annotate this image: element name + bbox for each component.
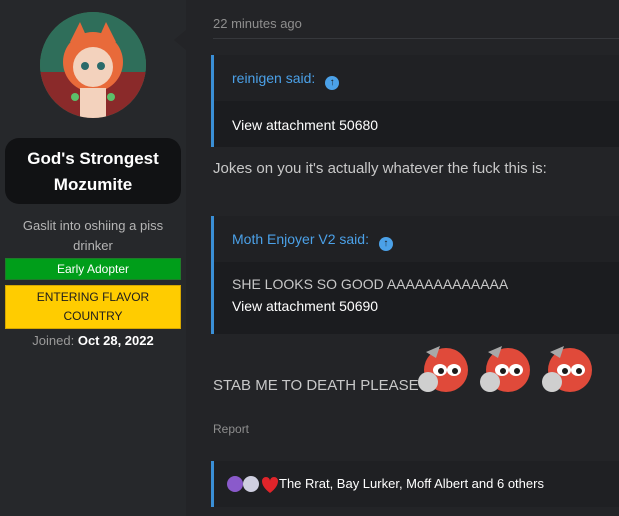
reaction-names[interactable]: The Rrat, Bay Lurker, Moff Albert and 6 … bbox=[279, 476, 544, 491]
username[interactable]: God's Strongest Mozumite bbox=[5, 138, 181, 204]
reactions-bar[interactable]: The Rrat, Bay Lurker, Moff Albert and 6 … bbox=[211, 461, 619, 507]
post-timestamp[interactable]: 22 minutes ago bbox=[213, 16, 302, 31]
quote-author-1[interactable]: reinigen said: bbox=[232, 70, 315, 86]
post-text-1: Jokes on you it's actually whatever the … bbox=[213, 160, 547, 177]
emoji-avatar-icon bbox=[540, 342, 594, 396]
quote-author-2[interactable]: Moth Enjoyer V2 said: bbox=[232, 231, 369, 247]
quote-block-2: Moth Enjoyer V2 said: ↑ SHE LOOKS SO GOO… bbox=[211, 216, 619, 334]
avatar[interactable] bbox=[40, 12, 146, 118]
post-divider bbox=[213, 38, 619, 39]
message-arrow bbox=[174, 30, 186, 50]
joined-label: Joined: bbox=[32, 333, 75, 348]
username-line2[interactable]: Mozumite bbox=[5, 172, 181, 198]
user-title: Gaslit into oshiing a piss drinker bbox=[22, 218, 164, 253]
reaction-icons[interactable] bbox=[226, 475, 278, 493]
quote-block-1: reinigen said: ↑ View attachment 50680 bbox=[211, 55, 619, 147]
quote-text-2: SHE LOOKS SO GOOD AAAAAAAAAAAAA bbox=[232, 276, 509, 292]
avatar-image bbox=[40, 12, 146, 118]
post-text-2: STAB ME TO DEATH PLEASE bbox=[213, 377, 419, 394]
joined-info: Joined: Oct 28, 2022 bbox=[5, 332, 181, 350]
arrow-up-icon[interactable]: ↑ bbox=[378, 237, 393, 251]
attachment-link-2[interactable]: View attachment 50690 bbox=[232, 294, 601, 318]
arrow-up-icon[interactable]: ↑ bbox=[325, 76, 340, 90]
report-link[interactable]: Report bbox=[213, 422, 249, 436]
quote-header-2[interactable]: Moth Enjoyer V2 said: ↑ bbox=[214, 216, 619, 262]
emoji-avatar-icon bbox=[478, 342, 532, 396]
emoji-avatar-icon bbox=[416, 342, 470, 396]
username-line1[interactable]: God's Strongest bbox=[5, 146, 181, 172]
joined-date: Oct 28, 2022 bbox=[77, 333, 154, 348]
attachment-link-1[interactable]: View attachment 50680 bbox=[232, 113, 601, 137]
quote-header-1[interactable]: reinigen said: ↑ bbox=[214, 55, 619, 101]
flavor-country-banner: ENTERING FLAVOR COUNTRY bbox=[5, 285, 181, 329]
early-adopter-banner: Early Adopter bbox=[5, 258, 181, 280]
